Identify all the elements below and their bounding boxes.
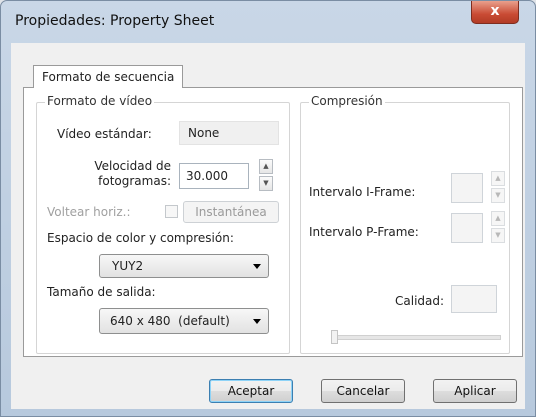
frame-rate-label-line1: Velocidad de (94, 159, 171, 173)
p-frame-input[interactable] (451, 213, 483, 243)
spin-down-icon[interactable]: ▼ (491, 188, 505, 203)
color-space-label: Espacio de color y compresión: (47, 231, 234, 245)
quality-slider-track[interactable] (331, 335, 501, 340)
spin-up-icon[interactable]: ▲ (259, 159, 273, 174)
output-size-value: 640 x 480 (default) (110, 314, 230, 328)
frame-rate-spinner[interactable]: ▲ ▼ (259, 159, 273, 191)
spin-down-icon[interactable]: ▼ (259, 176, 273, 191)
frame-rate-input[interactable]: 30.000 (179, 163, 249, 189)
color-space-dropdown[interactable]: YUY2 (99, 254, 269, 278)
tab-panel: Formato de vídeo Vídeo estándar: None Ve… (23, 87, 523, 357)
window-title: Propiedades: Property Sheet (15, 13, 215, 29)
flip-horizontal-checkbox[interactable] (165, 205, 178, 218)
chevron-down-icon (253, 264, 261, 269)
ok-button[interactable]: Aceptar (209, 379, 293, 403)
standard-label: Vídeo estándar: (57, 127, 152, 141)
snapshot-button[interactable]: Instantánea (183, 201, 279, 223)
frame-rate-label-line2: fotogramas: (98, 174, 171, 188)
tab-formato-de-secuencia[interactable]: Formato de secuencia (33, 65, 184, 88)
close-icon[interactable]: x (471, 1, 519, 24)
standard-value: None (179, 121, 279, 145)
i-frame-input[interactable] (451, 173, 483, 203)
apply-button[interactable]: Aplicar (433, 379, 517, 403)
quality-label: Calidad: (395, 294, 445, 308)
video-format-group-label: Formato de vídeo (45, 94, 155, 108)
compression-group-label: Compresión (309, 94, 385, 108)
output-size-dropdown[interactable]: 640 x 480 (default) (99, 308, 269, 334)
chevron-down-icon (253, 319, 261, 324)
cancel-button[interactable]: Cancelar (321, 379, 405, 403)
p-frame-label: Intervalo P-Frame: (309, 225, 419, 239)
flip-horizontal-label: Voltear horiz.: (47, 205, 131, 219)
p-frame-spinner[interactable]: ▲ ▼ (491, 211, 505, 243)
color-space-value: YUY2 (112, 259, 144, 273)
property-sheet-window: Propiedades: Property Sheet x Formato de… (0, 0, 536, 417)
video-format-group: Formato de vídeo Vídeo estándar: None Ve… (36, 94, 290, 354)
spin-down-icon[interactable]: ▼ (491, 228, 505, 243)
title-bar[interactable]: Propiedades: Property Sheet x (1, 1, 535, 41)
i-frame-spinner[interactable]: ▲ ▼ (491, 171, 505, 203)
dialog-client-area: Formato de secuencia Formato de vídeo Ví… (11, 43, 525, 409)
spin-up-icon[interactable]: ▲ (491, 171, 505, 186)
output-size-label: Tamaño de salida: (47, 285, 156, 299)
compression-group: Compresión Intervalo I-Frame: ▲ ▼ Interv… (300, 94, 510, 354)
i-frame-label: Intervalo I-Frame: (309, 185, 416, 199)
spin-up-icon[interactable]: ▲ (491, 211, 505, 226)
quality-input[interactable] (451, 285, 497, 313)
quality-slider-thumb[interactable] (331, 330, 338, 344)
